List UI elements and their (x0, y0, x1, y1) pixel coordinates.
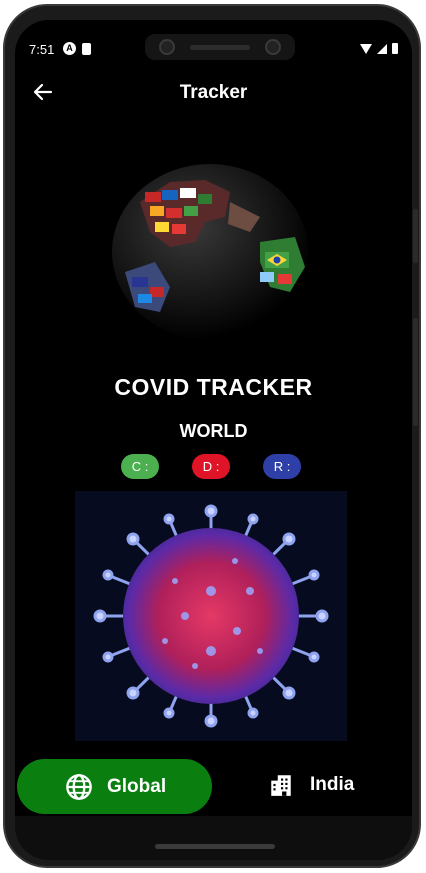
power-button (413, 209, 418, 263)
front-camera-icon (265, 39, 281, 55)
stats-chips: C : D : R : (15, 454, 412, 480)
building-icon (271, 775, 291, 796)
earpiece-speaker (190, 45, 250, 50)
signal-icon (377, 44, 387, 54)
nav-item-india[interactable]: India (268, 772, 354, 798)
front-camera-icon (159, 39, 175, 55)
nav-item-label: Global (107, 775, 167, 797)
bottom-navigation: Global India (15, 756, 412, 816)
nav-item-label: India (310, 774, 355, 795)
volume-button (413, 318, 418, 426)
gesture-bar (15, 816, 412, 860)
camera-notch (145, 34, 295, 60)
notification-icons: A (63, 42, 91, 55)
system-icons (360, 43, 398, 54)
region-label: WORLD (179, 421, 248, 441)
status-time: 7:51 (29, 42, 55, 57)
sd-card-icon (82, 43, 91, 55)
headline: COVID TRACKER (114, 374, 313, 400)
status-bar: 7:51 A (15, 20, 412, 62)
main-content: COVID TRACKER WORLD C : D : R : (15, 124, 412, 756)
page-title: Tracker (179, 82, 248, 103)
home-indicator[interactable] (155, 844, 275, 849)
recovered-chip[interactable]: R : (263, 454, 301, 479)
battery-icon (392, 43, 398, 54)
wifi-icon (360, 44, 372, 54)
deaths-chip[interactable]: D : (192, 454, 230, 479)
coronavirus-image (75, 491, 347, 741)
screen: 7:51 A Tracker COVID TRACKER WORLD C: D… (15, 20, 412, 860)
world-globe-image (110, 162, 310, 342)
nav-item-global[interactable]: Global (17, 759, 212, 814)
phone-frame: 7:51 A Tracker COVID TRACKER WORLD C: D… (3, 4, 421, 868)
app-bar: Tracker (15, 62, 412, 124)
confirmed-chip[interactable]: C : (121, 454, 159, 479)
globe-icon (66, 773, 92, 800)
app-notification-icon: A (63, 42, 76, 55)
